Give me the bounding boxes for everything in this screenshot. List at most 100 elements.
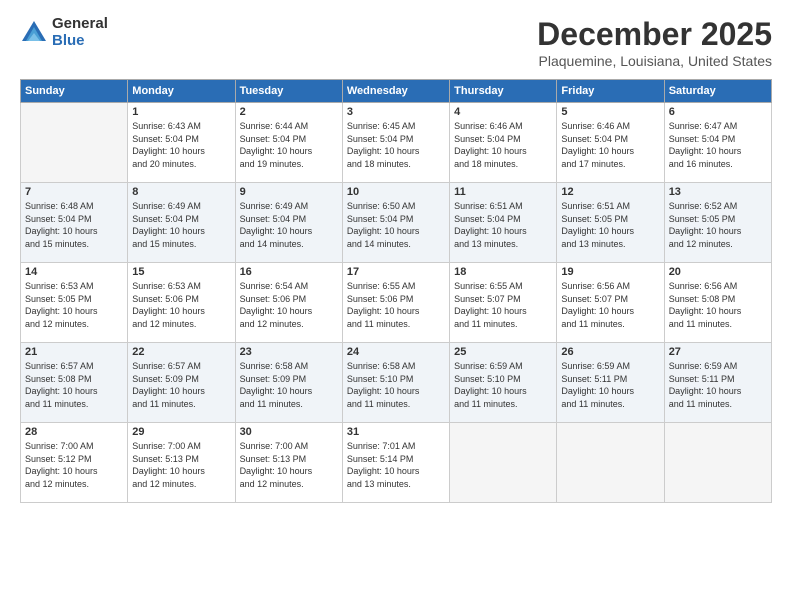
day-number: 25 xyxy=(454,346,552,358)
day-number: 28 xyxy=(25,426,123,438)
table-row xyxy=(21,103,128,183)
day-info: Sunrise: 6:54 AM Sunset: 5:06 PM Dayligh… xyxy=(240,280,338,330)
day-number: 3 xyxy=(347,106,445,118)
table-row: 29 Sunrise: 7:00 AM Sunset: 5:13 PM Dayli… xyxy=(128,423,235,503)
day-number: 21 xyxy=(25,346,123,358)
calendar: Sunday Monday Tuesday Wednesday Thursday… xyxy=(20,79,772,503)
table-row: 28 Sunrise: 7:00 AM Sunset: 5:12 PM Dayli… xyxy=(21,423,128,503)
day-number: 23 xyxy=(240,346,338,358)
col-wednesday: Wednesday xyxy=(342,80,449,103)
day-info: Sunrise: 6:58 AM Sunset: 5:09 PM Dayligh… xyxy=(240,360,338,410)
day-number: 20 xyxy=(669,266,767,278)
table-row: 22 Sunrise: 6:57 AM Sunset: 5:09 PM Dayli… xyxy=(128,343,235,423)
table-row: 31Sunrise: 7:01 AM Sunset: 5:14 PM Dayli… xyxy=(342,423,449,503)
table-row: 2 Sunrise: 6:44 AM Sunset: 5:04 PM Daylig… xyxy=(235,103,342,183)
day-number: 12 xyxy=(561,186,659,198)
table-row: 20 Sunrise: 6:56 AM Sunset: 5:08 PM Dayli… xyxy=(664,263,771,343)
day-number: 2 xyxy=(240,106,338,118)
table-row: 9Sunrise: 6:49 AM Sunset: 5:04 PM Daylig… xyxy=(235,183,342,263)
col-saturday: Saturday xyxy=(664,80,771,103)
day-info: Sunrise: 6:49 AM Sunset: 5:04 PM Dayligh… xyxy=(240,200,338,250)
day-number: 11 xyxy=(454,186,552,198)
month-title: December 2025 xyxy=(537,16,772,53)
day-info: Sunrise: 7:00 AM Sunset: 5:12 PM Dayligh… xyxy=(25,440,123,490)
day-info: Sunrise: 7:00 AM Sunset: 5:13 PM Dayligh… xyxy=(240,440,338,490)
table-row: 30 Sunrise: 7:00 AM Sunset: 5:13 PM Dayli… xyxy=(235,423,342,503)
day-info: Sunrise: 6:47 AM Sunset: 5:04 PM Dayligh… xyxy=(669,120,767,170)
day-info: Sunrise: 6:46 AM Sunset: 5:04 PM Dayligh… xyxy=(454,120,552,170)
table-row: 25 Sunrise: 6:59 AM Sunset: 5:10 PM Dayli… xyxy=(450,343,557,423)
header: General Blue December 2025 Plaquemine, L… xyxy=(20,16,772,69)
day-info: Sunrise: 6:53 AM Sunset: 5:05 PM Dayligh… xyxy=(25,280,123,330)
day-info: Sunrise: 6:51 AM Sunset: 5:04 PM Dayligh… xyxy=(454,200,552,250)
col-monday: Monday xyxy=(128,80,235,103)
calendar-header-row: Sunday Monday Tuesday Wednesday Thursday… xyxy=(21,80,772,103)
table-row: 26Sunrise: 6:59 AM Sunset: 5:11 PM Dayli… xyxy=(557,343,664,423)
day-info: Sunrise: 6:59 AM Sunset: 5:11 PM Dayligh… xyxy=(669,360,767,410)
table-row: 27 Sunrise: 6:59 AM Sunset: 5:11 PM Dayli… xyxy=(664,343,771,423)
day-info: Sunrise: 6:56 AM Sunset: 5:08 PM Dayligh… xyxy=(669,280,767,330)
table-row: 13Sunrise: 6:52 AM Sunset: 5:05 PM Dayli… xyxy=(664,183,771,263)
day-number: 27 xyxy=(669,346,767,358)
day-info: Sunrise: 6:44 AM Sunset: 5:04 PM Dayligh… xyxy=(240,120,338,170)
day-info: Sunrise: 6:59 AM Sunset: 5:10 PM Dayligh… xyxy=(454,360,552,410)
table-row: 10 Sunrise: 6:50 AM Sunset: 5:04 PM Dayli… xyxy=(342,183,449,263)
day-number: 30 xyxy=(240,426,338,438)
day-number: 24 xyxy=(347,346,445,358)
table-row: 23 Sunrise: 6:58 AM Sunset: 5:09 PM Dayli… xyxy=(235,343,342,423)
day-info: Sunrise: 7:00 AM Sunset: 5:13 PM Dayligh… xyxy=(132,440,230,490)
calendar-week-row: 21 Sunrise: 6:57 AM Sunset: 5:08 PM Dayli… xyxy=(21,343,772,423)
table-row: 8 Sunrise: 6:49 AM Sunset: 5:04 PM Daylig… xyxy=(128,183,235,263)
calendar-week-row: 28 Sunrise: 7:00 AM Sunset: 5:12 PM Dayli… xyxy=(21,423,772,503)
col-friday: Friday xyxy=(557,80,664,103)
day-number: 6 xyxy=(669,106,767,118)
logo-text: General Blue xyxy=(52,16,108,49)
table-row: 1Sunrise: 6:43 AM Sunset: 5:04 PM Daylig… xyxy=(128,103,235,183)
day-number: 10 xyxy=(347,186,445,198)
location: Plaquemine, Louisiana, United States xyxy=(537,53,772,69)
day-info: Sunrise: 6:56 AM Sunset: 5:07 PM Dayligh… xyxy=(561,280,659,330)
table-row: 4Sunrise: 6:46 AM Sunset: 5:04 PM Daylig… xyxy=(450,103,557,183)
table-row: 16 Sunrise: 6:54 AM Sunset: 5:06 PM Dayli… xyxy=(235,263,342,343)
day-number: 15 xyxy=(132,266,230,278)
day-number: 13 xyxy=(669,186,767,198)
day-number: 19 xyxy=(561,266,659,278)
day-info: Sunrise: 6:58 AM Sunset: 5:10 PM Dayligh… xyxy=(347,360,445,410)
table-row: 21 Sunrise: 6:57 AM Sunset: 5:08 PM Dayli… xyxy=(21,343,128,423)
logo-general-text: General xyxy=(52,16,108,33)
table-row xyxy=(450,423,557,503)
table-row: 19 Sunrise: 6:56 AM Sunset: 5:07 PM Dayli… xyxy=(557,263,664,343)
day-info: Sunrise: 6:50 AM Sunset: 5:04 PM Dayligh… xyxy=(347,200,445,250)
day-info: Sunrise: 6:46 AM Sunset: 5:04 PM Dayligh… xyxy=(561,120,659,170)
day-number: 29 xyxy=(132,426,230,438)
col-sunday: Sunday xyxy=(21,80,128,103)
day-number: 8 xyxy=(132,186,230,198)
day-info: Sunrise: 6:49 AM Sunset: 5:04 PM Dayligh… xyxy=(132,200,230,250)
logo-icon xyxy=(20,19,48,47)
logo: General Blue xyxy=(20,16,108,49)
day-number: 17 xyxy=(347,266,445,278)
table-row: 5 Sunrise: 6:46 AM Sunset: 5:04 PM Daylig… xyxy=(557,103,664,183)
day-info: Sunrise: 6:43 AM Sunset: 5:04 PM Dayligh… xyxy=(132,120,230,170)
day-info: Sunrise: 6:57 AM Sunset: 5:08 PM Dayligh… xyxy=(25,360,123,410)
calendar-week-row: 7Sunrise: 6:48 AM Sunset: 5:04 PM Daylig… xyxy=(21,183,772,263)
day-info: Sunrise: 6:55 AM Sunset: 5:06 PM Dayligh… xyxy=(347,280,445,330)
day-info: Sunrise: 6:57 AM Sunset: 5:09 PM Dayligh… xyxy=(132,360,230,410)
logo-blue-text: Blue xyxy=(52,33,108,50)
table-row xyxy=(664,423,771,503)
page: General Blue December 2025 Plaquemine, L… xyxy=(0,0,792,612)
day-number: 22 xyxy=(132,346,230,358)
table-row: 12 Sunrise: 6:51 AM Sunset: 5:05 PM Dayli… xyxy=(557,183,664,263)
day-info: Sunrise: 6:51 AM Sunset: 5:05 PM Dayligh… xyxy=(561,200,659,250)
table-row: 24 Sunrise: 6:58 AM Sunset: 5:10 PM Dayli… xyxy=(342,343,449,423)
day-number: 16 xyxy=(240,266,338,278)
table-row: 7Sunrise: 6:48 AM Sunset: 5:04 PM Daylig… xyxy=(21,183,128,263)
day-number: 5 xyxy=(561,106,659,118)
table-row: 18Sunrise: 6:55 AM Sunset: 5:07 PM Dayli… xyxy=(450,263,557,343)
day-info: Sunrise: 6:59 AM Sunset: 5:11 PM Dayligh… xyxy=(561,360,659,410)
day-info: Sunrise: 6:45 AM Sunset: 5:04 PM Dayligh… xyxy=(347,120,445,170)
table-row: 14Sunrise: 6:53 AM Sunset: 5:05 PM Dayli… xyxy=(21,263,128,343)
day-info: Sunrise: 6:53 AM Sunset: 5:06 PM Dayligh… xyxy=(132,280,230,330)
col-thursday: Thursday xyxy=(450,80,557,103)
day-info: Sunrise: 6:48 AM Sunset: 5:04 PM Dayligh… xyxy=(25,200,123,250)
